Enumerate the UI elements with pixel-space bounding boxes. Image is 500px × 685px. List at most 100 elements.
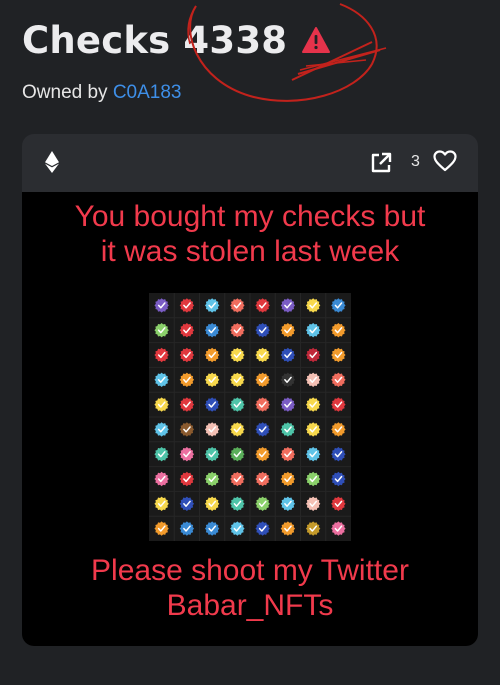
message-line-3: Please shoot my Twitter <box>91 554 409 587</box>
check-icon <box>204 397 220 412</box>
check-icon <box>230 298 245 313</box>
check-icon <box>204 471 220 487</box>
check-icon <box>179 298 195 313</box>
check-icon <box>255 298 270 313</box>
check-icon <box>331 496 346 511</box>
check-icon <box>204 521 220 536</box>
check-icon <box>280 397 296 412</box>
check-icon <box>305 298 321 313</box>
check-icon <box>255 521 270 536</box>
check-icon <box>154 372 169 387</box>
check-icon <box>204 347 220 363</box>
check-icon <box>305 422 321 437</box>
check-icon <box>305 521 321 536</box>
check-icon <box>204 496 220 511</box>
check-icon <box>331 471 346 487</box>
check-icon <box>230 347 245 363</box>
check-icon <box>154 422 169 437</box>
check-icon <box>331 347 346 363</box>
check-icon <box>331 521 346 536</box>
check-icon <box>230 422 245 437</box>
check-icon <box>280 372 296 387</box>
check-icon <box>154 521 169 536</box>
warning-icon[interactable] <box>301 26 331 54</box>
check-icon <box>230 372 245 387</box>
check-icon <box>331 422 346 437</box>
check-icon <box>255 372 270 387</box>
check-icon <box>255 422 270 437</box>
heart-icon[interactable] <box>433 150 457 172</box>
check-icon <box>280 422 296 437</box>
check-icon <box>179 422 195 437</box>
check-icon <box>154 298 169 313</box>
check-icon <box>179 323 195 338</box>
check-icon <box>230 521 245 536</box>
check-icon <box>154 347 169 363</box>
check-icon <box>255 496 270 511</box>
check-icon <box>179 447 195 462</box>
check-icon <box>305 372 321 387</box>
check-icon <box>255 347 270 363</box>
check-icon <box>154 496 169 511</box>
check-icon <box>179 496 195 511</box>
nft-card: 3 You bought my checks but it was stolen… <box>22 134 478 646</box>
check-icon <box>179 372 195 387</box>
page-header: Checks 4338 Owned by C0A183 <box>22 18 500 104</box>
check-icon <box>204 323 220 338</box>
check-icon <box>280 323 296 338</box>
like-count: 3 <box>411 153 420 170</box>
check-icon <box>280 521 296 536</box>
message-bottom: Please shoot my Twitter Babar_NFTs <box>22 553 478 623</box>
check-icon <box>331 323 346 338</box>
check-icon <box>230 447 245 462</box>
owner-link[interactable]: C0A183 <box>113 82 182 103</box>
check-icon <box>280 347 296 363</box>
checks-grid-svg <box>149 293 351 541</box>
check-icon <box>179 471 195 487</box>
check-icon <box>154 471 169 487</box>
page-title: Checks 4338 <box>22 18 288 62</box>
message-line-4: Babar_NFTs <box>166 589 334 622</box>
check-icon <box>280 471 296 487</box>
check-icon <box>280 298 296 313</box>
nft-artwork[interactable]: You bought my checks but it was stolen l… <box>22 192 478 646</box>
check-icon <box>255 447 270 462</box>
check-icon <box>154 323 169 338</box>
check-icon <box>305 471 321 487</box>
check-icon <box>331 447 346 462</box>
check-icon <box>255 397 270 412</box>
owner-line: Owned by C0A183 <box>22 82 500 104</box>
check-icon <box>331 372 346 387</box>
check-icon <box>179 521 195 536</box>
check-icon <box>305 347 321 363</box>
card-toolbar: 3 <box>22 134 478 192</box>
check-icon <box>230 397 245 412</box>
ethereum-icon <box>45 151 59 173</box>
check-icon <box>305 323 321 338</box>
check-icon <box>255 323 270 338</box>
checks-grid <box>149 293 351 541</box>
message-line-1: You bought my checks but <box>74 200 426 233</box>
check-icon <box>280 496 296 511</box>
owned-by-label: Owned by <box>22 82 108 103</box>
check-icon <box>179 397 195 412</box>
check-icon <box>204 298 220 313</box>
check-icon <box>230 496 245 511</box>
check-icon <box>331 298 346 313</box>
check-icon <box>204 447 220 462</box>
check-icon <box>204 372 220 387</box>
check-icon <box>179 347 195 363</box>
check-icon <box>255 471 270 487</box>
check-icon <box>280 447 296 462</box>
check-icon <box>331 397 346 412</box>
check-icon <box>230 323 245 338</box>
title-row: Checks 4338 <box>22 18 500 62</box>
check-icon <box>305 447 321 462</box>
check-icon <box>230 471 245 487</box>
check-icon <box>154 397 169 412</box>
check-icon <box>154 447 169 462</box>
message-line-2: it was stolen last week <box>100 235 400 268</box>
external-link-icon[interactable] <box>370 152 392 174</box>
check-icon <box>305 496 321 511</box>
message-top: You bought my checks but it was stolen l… <box>22 199 478 269</box>
